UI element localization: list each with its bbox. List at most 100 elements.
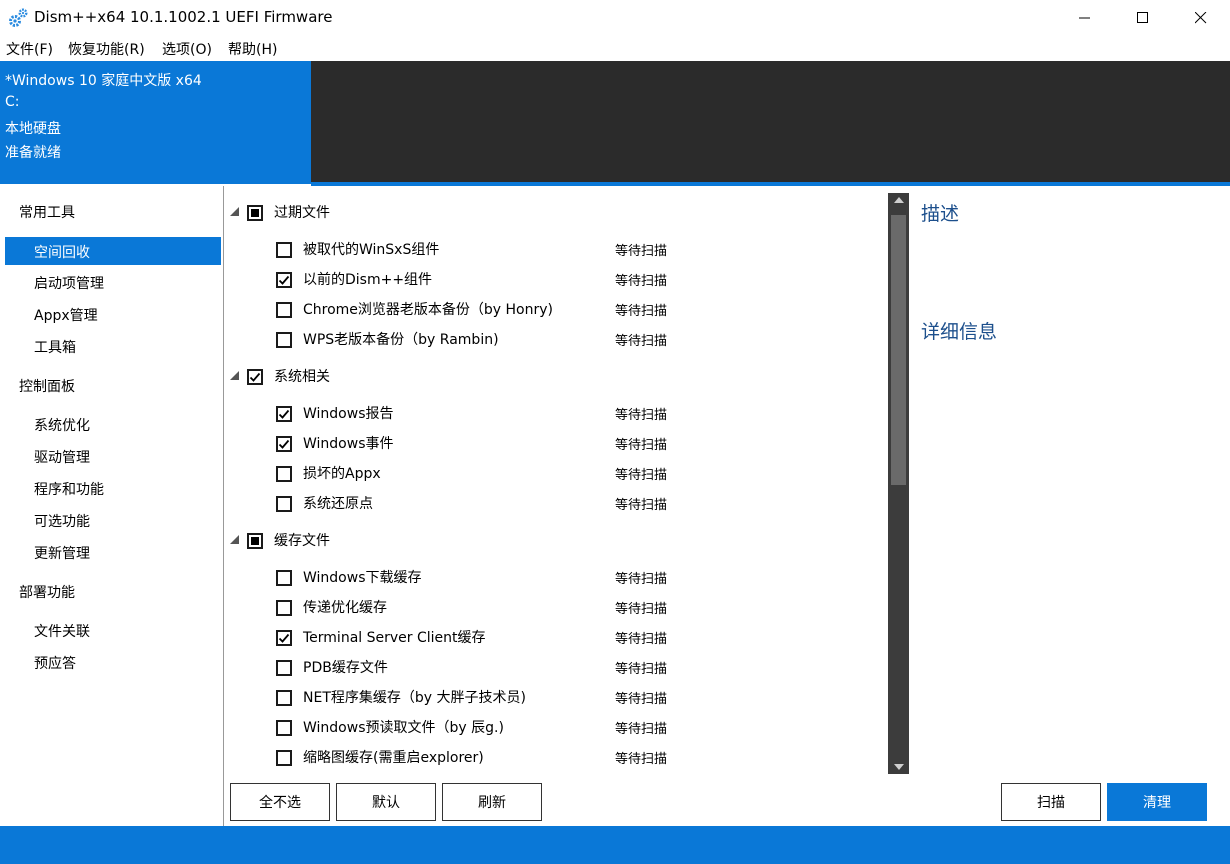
group-label: 过期文件 — [274, 205, 330, 221]
default-button[interactable]: 默认 — [336, 783, 436, 821]
item-checkbox[interactable] — [276, 302, 292, 318]
maximize-button[interactable] — [1114, 0, 1172, 36]
group-checkbox[interactable] — [247, 533, 263, 549]
status-bar — [0, 826, 1230, 864]
item-status: 等待扫描 — [615, 274, 668, 289]
item-checkbox[interactable] — [276, 496, 292, 512]
scroll-thumb[interactable] — [891, 215, 906, 485]
menu-restore[interactable]: 恢复功能(R) — [68, 39, 145, 59]
list-item[interactable]: Chrome浏览器老版本备份（by Honry) 等待扫描 — [224, 295, 884, 325]
item-label: WPS老版本备份（by Rambin) — [303, 332, 499, 348]
window-title: Dism++x64 10.1.1002.1 UEFI Firmware — [34, 8, 333, 26]
item-checkbox[interactable] — [276, 630, 292, 646]
minimize-button[interactable] — [1056, 0, 1114, 36]
scan-button[interactable]: 扫描 — [1001, 783, 1101, 821]
item-status: 等待扫描 — [615, 632, 668, 647]
sidebar-item-optimize[interactable]: 系统优化 — [34, 415, 90, 435]
list-item[interactable]: Windows事件 等待扫描 — [224, 429, 884, 459]
item-label: 缩略图缓存(需重启explorer) — [303, 750, 484, 766]
header-dark-area — [311, 61, 1230, 184]
item-label: Terminal Server Client缓存 — [303, 630, 486, 646]
item-checkbox[interactable] — [276, 570, 292, 586]
item-checkbox[interactable] — [276, 272, 292, 288]
sidebar-item-appx[interactable]: Appx管理 — [34, 305, 98, 325]
item-label: Windows预读取文件（by 辰g.) — [303, 720, 504, 736]
item-checkbox[interactable] — [276, 690, 292, 706]
list-item[interactable]: 缩略图缓存(需重启explorer) 等待扫描 — [224, 743, 884, 773]
list-item[interactable]: 被取代的WinSxS组件 等待扫描 — [224, 235, 884, 265]
item-checkbox[interactable] — [276, 600, 292, 616]
group-label: 系统相关 — [274, 369, 330, 385]
description-title: 描述 — [921, 203, 960, 225]
list-item[interactable]: PDB缓存文件 等待扫描 — [224, 653, 884, 683]
scroll-down-icon[interactable] — [894, 764, 904, 770]
group-checkbox[interactable] — [247, 369, 263, 385]
item-label: PDB缓存文件 — [303, 660, 388, 676]
list-item[interactable]: Terminal Server Client缓存 等待扫描 — [224, 623, 884, 653]
sidebar-item-optional-features[interactable]: 可选功能 — [34, 511, 90, 531]
sidebar-group-common-tools[interactable]: 常用工具 — [19, 202, 75, 222]
system-status: 准备就绪 — [5, 145, 61, 161]
list-item[interactable]: 以前的Dism++组件 等待扫描 — [224, 265, 884, 295]
sidebar-item-drivers[interactable]: 驱动管理 — [34, 447, 90, 467]
gear-icon — [8, 8, 28, 28]
item-status: 等待扫描 — [615, 572, 668, 587]
list-item[interactable]: NET程序集缓存（by 大胖子技术员) 等待扫描 — [224, 683, 884, 713]
item-checkbox[interactable] — [276, 660, 292, 676]
list-item[interactable]: Windows报告 等待扫描 — [224, 399, 884, 429]
sidebar-item-toolbox[interactable]: 工具箱 — [34, 337, 76, 357]
deselect-all-button[interactable]: 全不选 — [230, 783, 330, 821]
item-status: 等待扫描 — [615, 692, 668, 707]
menu-file[interactable]: 文件(F) — [6, 39, 53, 59]
title-bar: Dism++x64 10.1.1002.1 UEFI Firmware — [0, 0, 1230, 36]
list-item[interactable]: 损坏的Appx 等待扫描 — [224, 459, 884, 489]
group-header[interactable]: 缓存文件 — [224, 526, 884, 556]
scrollbar[interactable] — [888, 193, 909, 774]
details-title: 详细信息 — [921, 321, 998, 343]
scroll-up-icon[interactable] — [894, 197, 904, 203]
item-label: 损坏的Appx — [303, 466, 381, 482]
sidebar-group-deployment[interactable]: 部署功能 — [19, 582, 75, 602]
list-item[interactable]: WPS老版本备份（by Rambin) 等待扫描 — [224, 325, 884, 355]
item-status: 等待扫描 — [615, 752, 668, 767]
group-header[interactable]: 过期文件 — [224, 198, 884, 228]
item-status: 等待扫描 — [615, 438, 668, 453]
sidebar-item-space-cleanup[interactable]: 空间回收 — [34, 242, 90, 262]
sidebar-item-startup[interactable]: 启动项管理 — [34, 273, 104, 293]
system-info-panel[interactable]: *Windows 10 家庭中文版 x64 C: 本地硬盘 准备就绪 — [0, 61, 311, 184]
item-label: 以前的Dism++组件 — [303, 272, 433, 288]
item-status: 等待扫描 — [615, 498, 668, 513]
list-item[interactable]: Windows预读取文件（by 辰g.) 等待扫描 — [224, 713, 884, 743]
group-checkbox[interactable] — [247, 205, 263, 221]
item-status: 等待扫描 — [615, 334, 668, 349]
refresh-button[interactable]: 刷新 — [442, 783, 542, 821]
list-item[interactable]: Windows下载缓存 等待扫描 — [224, 563, 884, 593]
os-name: *Windows 10 家庭中文版 x64 — [5, 73, 202, 89]
item-status: 等待扫描 — [615, 602, 668, 617]
sidebar-item-programs[interactable]: 程序和功能 — [34, 479, 104, 499]
sidebar-item-answer-file[interactable]: 预应答 — [34, 653, 76, 673]
list-item[interactable]: 系统还原点 等待扫描 — [224, 489, 884, 519]
item-checkbox[interactable] — [276, 750, 292, 766]
item-checkbox[interactable] — [276, 332, 292, 348]
group-label: 缓存文件 — [274, 533, 330, 549]
collapse-arrow-icon[interactable] — [230, 207, 239, 216]
collapse-arrow-icon[interactable] — [230, 535, 239, 544]
item-checkbox[interactable] — [276, 466, 292, 482]
group-header[interactable]: 系统相关 — [224, 362, 884, 392]
item-checkbox[interactable] — [276, 436, 292, 452]
list-item[interactable]: 传递优化缓存 等待扫描 — [224, 593, 884, 623]
sidebar-item-file-assoc[interactable]: 文件关联 — [34, 621, 90, 641]
sidebar-group-control-panel[interactable]: 控制面板 — [19, 376, 75, 396]
collapse-arrow-icon[interactable] — [230, 371, 239, 380]
sidebar-item-updates[interactable]: 更新管理 — [34, 543, 90, 563]
clean-button[interactable]: 清理 — [1107, 783, 1207, 821]
item-checkbox[interactable] — [276, 720, 292, 736]
item-checkbox[interactable] — [276, 242, 292, 258]
item-label: Windows下载缓存 — [303, 570, 422, 586]
menu-options[interactable]: 选项(O) — [162, 39, 212, 59]
menu-help[interactable]: 帮助(H) — [228, 39, 277, 59]
close-button[interactable] — [1172, 0, 1230, 36]
minimize-icon — [1079, 9, 1091, 28]
item-checkbox[interactable] — [276, 406, 292, 422]
